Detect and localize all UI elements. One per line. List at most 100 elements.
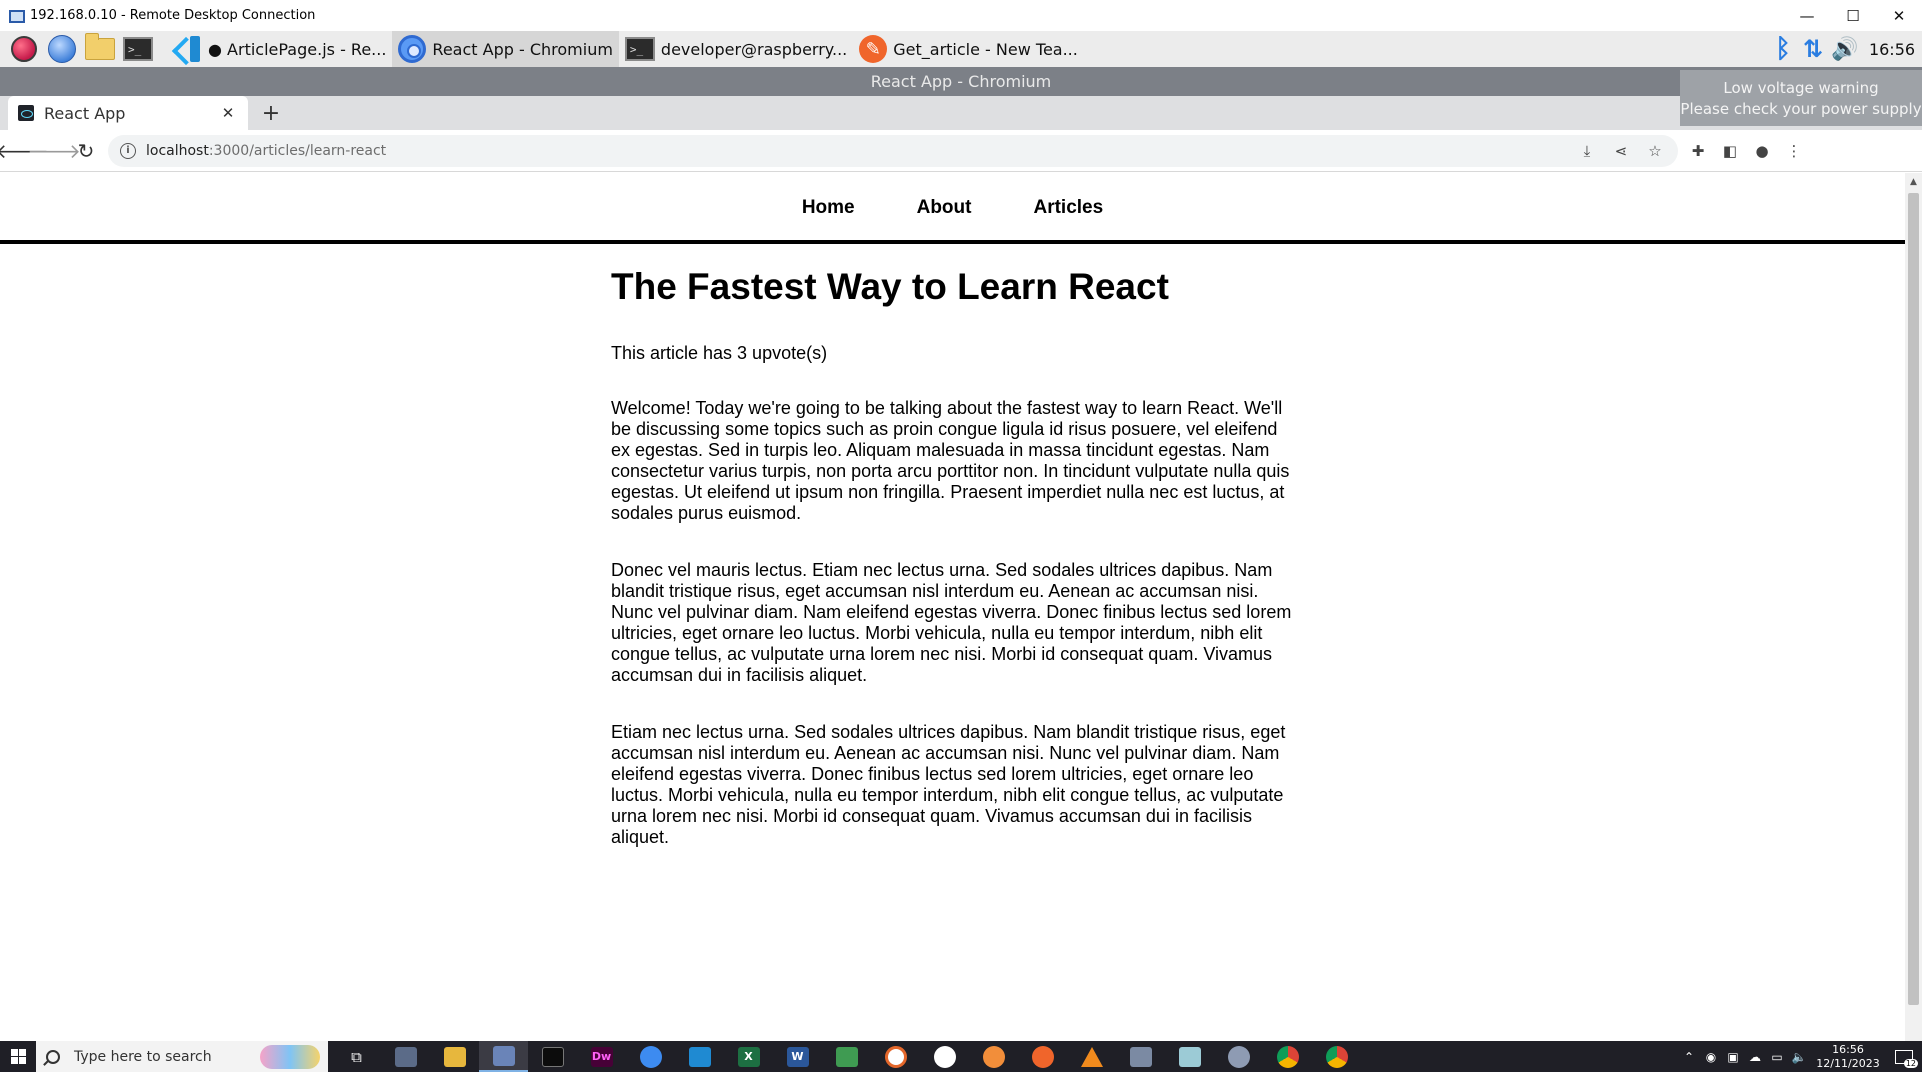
notification-center-button[interactable]: 12 (1886, 1041, 1922, 1072)
task-view-button[interactable]: ⧉ (332, 1041, 381, 1072)
vscode-icon (174, 35, 202, 63)
nav-link-articles[interactable]: Articles (1033, 197, 1103, 219)
network-icon[interactable]: ⇅ (1798, 34, 1828, 64)
rdp-window-controls: — ☐ ✕ (1784, 0, 1922, 31)
terminal-icon: >_ (123, 37, 153, 61)
windows-clock[interactable]: 16:56 12/11/2023 (1810, 1043, 1886, 1071)
notes-icon (1178, 1046, 1201, 1067)
bluetooth-icon[interactable]: ᛒ (1768, 34, 1798, 64)
taskbar-item-vscode[interactable]: ● ArticlePage.js - Re... (168, 31, 392, 67)
maximize-button[interactable]: ☐ (1830, 0, 1876, 31)
install-icon[interactable]: ⤓ (1576, 140, 1598, 162)
file-manager-launcher[interactable] (84, 33, 116, 65)
taskbar-item-geany[interactable]: ✎ Get_article - New Tea... (853, 31, 1084, 67)
app-excel[interactable]: X (724, 1041, 773, 1072)
url-host: localhost (146, 142, 209, 159)
terminal-launcher[interactable]: >_ (122, 33, 154, 65)
app-vscode[interactable] (675, 1041, 724, 1072)
article: The Fastest Way to Learn React This arti… (611, 265, 1294, 884)
tab-react-app[interactable]: React App ✕ (8, 96, 248, 130)
site-info-icon[interactable]: i (120, 142, 136, 159)
app-remote-2[interactable] (1116, 1041, 1165, 1072)
app-notes[interactable] (1165, 1041, 1214, 1072)
tray-app-icon[interactable]: ◉ (1700, 1050, 1722, 1064)
toolbar-actions: ✚ ◧ ● ⋮ (1686, 139, 1806, 163)
app-headphones[interactable] (871, 1041, 920, 1072)
app-slack[interactable] (920, 1041, 969, 1072)
chrome-icon (1276, 1045, 1299, 1068)
app-remote-1[interactable] (381, 1041, 430, 1072)
tool-icon (1227, 1045, 1250, 1068)
app-dreamweaver[interactable]: Dw (577, 1041, 626, 1072)
taskbar-search[interactable]: Type here to search (36, 1041, 328, 1072)
task-label: ● ArticlePage.js - Re... (208, 39, 387, 59)
task-label: developer@raspberry... (660, 39, 848, 59)
browser-launcher[interactable] (46, 33, 78, 65)
task-view-icon: ⧉ (351, 1047, 362, 1066)
task-label: React App - Chromium (432, 39, 613, 59)
new-tab-button[interactable]: + (258, 100, 284, 126)
raspberry-menu-button[interactable] (8, 33, 40, 65)
minimize-button[interactable]: — (1784, 0, 1830, 31)
volume-icon[interactable]: 🔊 (1828, 34, 1862, 64)
app-file-explorer[interactable] (430, 1041, 479, 1072)
tab-title: React App (44, 103, 126, 123)
app-settings-tool[interactable] (1214, 1041, 1263, 1072)
postman-icon (982, 1045, 1005, 1068)
search-icon (46, 1049, 60, 1064)
word-icon: W (786, 1046, 809, 1067)
onedrive-cloud-icon[interactable]: ☁ (1744, 1050, 1766, 1064)
clock-time: 16:56 (1832, 1042, 1864, 1056)
taskbar-item-terminal[interactable]: >_ developer@raspberry... (619, 31, 853, 67)
scrollbar-thumb[interactable] (1908, 193, 1919, 1005)
page-scrollbar[interactable]: ▲ (1905, 173, 1922, 1041)
app-terminal[interactable] (528, 1041, 577, 1072)
raspberry-icon (11, 36, 37, 62)
nav-link-home[interactable]: Home (802, 197, 855, 219)
headphones-icon (884, 1045, 907, 1068)
terminal-icon (541, 1046, 564, 1067)
article-title: The Fastest Way to Learn React (611, 266, 1169, 307)
url-path: :3000/articles/learn-react (208, 142, 387, 159)
app-network-tool[interactable] (822, 1041, 871, 1072)
app-chrome-1[interactable] (1263, 1041, 1312, 1072)
tray-device-icon[interactable]: ▣ (1722, 1050, 1744, 1064)
menu-kebab-icon[interactable]: ⋮ (1782, 139, 1806, 163)
pi-clock: 16:56 (1868, 39, 1916, 59)
show-hidden-icons-chevron-icon[interactable]: ⌃ (1678, 1050, 1700, 1064)
app-geany[interactable] (1018, 1041, 1067, 1072)
remote-desktop-icon (8, 8, 25, 24)
app-postman[interactable] (969, 1041, 1018, 1072)
nav-link-about[interactable]: About (917, 197, 972, 219)
app-firefox[interactable] (626, 1041, 675, 1072)
folder-icon (85, 33, 115, 60)
extensions-icon[interactable]: ✚ (1686, 139, 1710, 163)
side-panel-icon[interactable]: ◧ (1718, 139, 1742, 163)
start-button[interactable] (0, 1041, 36, 1072)
speaker-icon[interactable]: 🔈 (1788, 1050, 1810, 1064)
reload-button[interactable]: ↻ (70, 135, 102, 167)
tab-close-icon[interactable]: ✕ (218, 104, 238, 122)
windows-system-tray: ⌃ ◉ ▣ ☁ ▭ 🔈 16:56 12/11/2023 12 (1678, 1041, 1922, 1072)
app-vlc[interactable] (1067, 1041, 1116, 1072)
low-voltage-toast: Low voltage warning Please check your po… (1680, 70, 1922, 126)
globe-icon (48, 35, 76, 63)
bookmark-star-icon[interactable]: ☆ (1644, 140, 1666, 162)
network-icon[interactable]: ▭ (1766, 1050, 1788, 1064)
site-navigation: Home About Articles (0, 173, 1905, 244)
taskbar-item-chromium[interactable]: React App - Chromium (392, 31, 619, 67)
notification-count-badge: 12 (1903, 1059, 1918, 1068)
profile-icon[interactable]: ● (1750, 139, 1774, 163)
pi-system-tray: ᛒ ⇅ 🔊 16:56 (1768, 31, 1922, 67)
app-chrome-2[interactable] (1312, 1041, 1361, 1072)
scroll-up-arrow-icon[interactable]: ▲ (1905, 173, 1922, 190)
address-bar[interactable]: i localhost:3000/articles/learn-react ⤓ … (108, 134, 1678, 167)
pi-top-panel: >_ ● ArticlePage.js - Re... React App - … (0, 31, 1922, 67)
forward-button[interactable]: 🡒 (27, 135, 81, 167)
share-icon[interactable]: ⋖ (1610, 140, 1632, 162)
article-paragraph: Etiam nec lectus urna. Sed sodales ultri… (611, 722, 1286, 847)
app-remote-desktop-active[interactable] (479, 1041, 528, 1072)
rdp-window-title: 192.168.0.10 - Remote Desktop Connection (30, 8, 316, 23)
app-word[interactable]: W (773, 1041, 822, 1072)
close-button[interactable]: ✕ (1876, 0, 1922, 31)
